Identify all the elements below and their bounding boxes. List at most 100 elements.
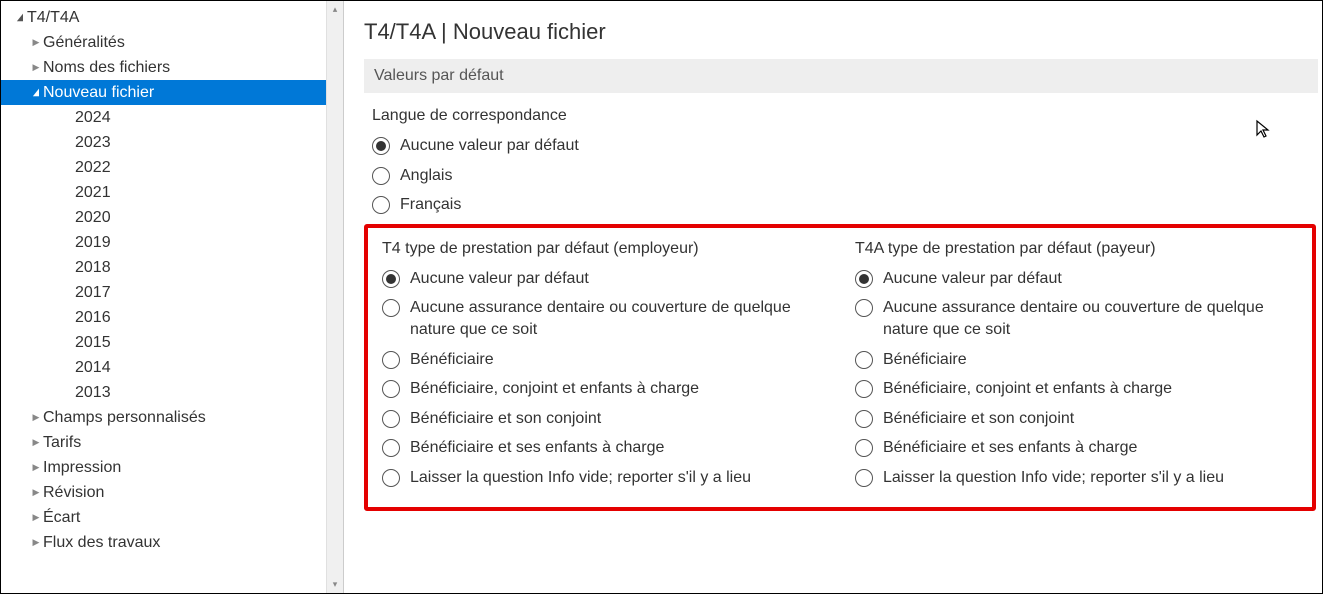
radio-label: Bénéficiaire et son conjoint bbox=[410, 408, 601, 430]
tree-item-label: 2024 bbox=[75, 109, 111, 127]
lang-option[interactable]: Français bbox=[372, 194, 1322, 216]
tree-item[interactable]: ▶2020 bbox=[1, 205, 343, 230]
tree-item[interactable]: ▶2013 bbox=[1, 380, 343, 405]
t4a-option[interactable]: Aucune assurance dentaire ou couverture … bbox=[855, 297, 1298, 340]
tree-item[interactable]: ▶2018 bbox=[1, 255, 343, 280]
tree-item[interactable]: ▶Écart bbox=[1, 505, 343, 530]
tree-item-label: 2021 bbox=[75, 184, 111, 202]
radio-button[interactable] bbox=[855, 380, 873, 398]
tree-item-label: 2019 bbox=[75, 234, 111, 252]
caret-right-icon[interactable]: ▶ bbox=[31, 412, 41, 423]
t4a-option[interactable]: Bénéficiaire et son conjoint bbox=[855, 408, 1298, 430]
t4-option[interactable]: Laisser la question Info vide; reporter … bbox=[382, 467, 825, 489]
t4a-group-label: T4A type de prestation par défaut (payeu… bbox=[855, 240, 1298, 258]
tree: ◢T4/T4A▶Généralités▶Noms des fichiers◢No… bbox=[1, 1, 343, 559]
sidebar: ◢T4/T4A▶Généralités▶Noms des fichiers◢No… bbox=[1, 1, 344, 593]
tree-item[interactable]: ▶Flux des travaux bbox=[1, 530, 343, 555]
caret-right-icon[interactable]: ▶ bbox=[31, 437, 41, 448]
tree-item-label: Champs personnalisés bbox=[43, 409, 206, 427]
tree-item-label: 2013 bbox=[75, 384, 111, 402]
t4-option[interactable]: Bénéficiaire bbox=[382, 349, 825, 371]
radio-label: Aucune assurance dentaire ou couverture … bbox=[883, 297, 1283, 340]
tree-item-label: 2016 bbox=[75, 309, 111, 327]
tree-item[interactable]: ▶2016 bbox=[1, 305, 343, 330]
radio-button[interactable] bbox=[382, 439, 400, 457]
tree-item[interactable]: ▶Impression bbox=[1, 455, 343, 480]
tree-item[interactable]: ▶2017 bbox=[1, 280, 343, 305]
tree-item-label: Écart bbox=[43, 509, 80, 527]
radio-button[interactable] bbox=[855, 351, 873, 369]
radio-button[interactable] bbox=[855, 299, 873, 317]
tree-item-label: Généralités bbox=[43, 34, 125, 52]
radio-button[interactable] bbox=[382, 299, 400, 317]
radio-label: Bénéficiaire et son conjoint bbox=[883, 408, 1074, 430]
tree-item[interactable]: ▶2015 bbox=[1, 330, 343, 355]
caret-right-icon[interactable]: ▶ bbox=[31, 62, 41, 73]
radio-label: Français bbox=[400, 194, 461, 216]
tree-item[interactable]: ▶2022 bbox=[1, 155, 343, 180]
t4a-column: T4A type de prestation par défaut (payeu… bbox=[855, 240, 1298, 497]
tree-item[interactable]: ▶Généralités bbox=[1, 30, 343, 55]
lang-group: Langue de correspondance Aucune valeur p… bbox=[372, 107, 1322, 216]
t4a-option[interactable]: Bénéficiaire et ses enfants à charge bbox=[855, 437, 1298, 459]
page-title: T4/T4A | Nouveau fichier bbox=[364, 19, 1322, 45]
radio-label: Bénéficiaire bbox=[883, 349, 967, 371]
tree-item[interactable]: ▶2023 bbox=[1, 130, 343, 155]
tree-item[interactable]: ▶Noms des fichiers bbox=[1, 55, 343, 80]
radio-button[interactable] bbox=[855, 410, 873, 428]
radio-button[interactable] bbox=[372, 137, 390, 155]
caret-down-icon[interactable]: ◢ bbox=[32, 87, 40, 98]
t4-option[interactable]: Bénéficiaire et ses enfants à charge bbox=[382, 437, 825, 459]
tree-item[interactable]: ▶Tarifs bbox=[1, 430, 343, 455]
radio-button[interactable] bbox=[372, 167, 390, 185]
t4a-option[interactable]: Aucune valeur par défaut bbox=[855, 268, 1298, 290]
caret-right-icon[interactable]: ▶ bbox=[31, 487, 41, 498]
tree-item-label: 2022 bbox=[75, 159, 111, 177]
lang-option[interactable]: Anglais bbox=[372, 165, 1322, 187]
radio-button[interactable] bbox=[382, 469, 400, 487]
caret-right-icon[interactable]: ▶ bbox=[31, 512, 41, 523]
tree-item[interactable]: ▶Révision bbox=[1, 480, 343, 505]
t4a-option[interactable]: Bénéficiaire, conjoint et enfants à char… bbox=[855, 378, 1298, 400]
radio-label: Aucune valeur par défaut bbox=[410, 268, 589, 290]
t4-column: T4 type de prestation par défaut (employ… bbox=[382, 240, 825, 497]
tree-item[interactable]: ▶2021 bbox=[1, 180, 343, 205]
scroll-down-button[interactable]: ▾ bbox=[327, 576, 343, 593]
tree-item[interactable]: ◢T4/T4A bbox=[1, 5, 343, 30]
tree-item[interactable]: ◢Nouveau fichier bbox=[1, 80, 343, 105]
tree-item[interactable]: ▶Champs personnalisés bbox=[1, 405, 343, 430]
radio-button[interactable] bbox=[855, 439, 873, 457]
radio-label: Aucune valeur par défaut bbox=[400, 135, 579, 157]
t4-option[interactable]: Bénéficiaire, conjoint et enfants à char… bbox=[382, 378, 825, 400]
lang-option[interactable]: Aucune valeur par défaut bbox=[372, 135, 1322, 157]
tree-item[interactable]: ▶2014 bbox=[1, 355, 343, 380]
scroll-up-button[interactable]: ▴ bbox=[327, 1, 343, 18]
tree-item-label: 2023 bbox=[75, 134, 111, 152]
tree-item-label: Noms des fichiers bbox=[43, 59, 170, 77]
tree-item-label: 2020 bbox=[75, 209, 111, 227]
radio-button[interactable] bbox=[855, 270, 873, 288]
t4a-option[interactable]: Laisser la question Info vide; reporter … bbox=[855, 467, 1298, 489]
radio-button[interactable] bbox=[382, 351, 400, 369]
radio-label: Laisser la question Info vide; reporter … bbox=[410, 467, 751, 489]
caret-right-icon[interactable]: ▶ bbox=[31, 462, 41, 473]
tree-item-label: T4/T4A bbox=[27, 9, 79, 27]
radio-button[interactable] bbox=[382, 380, 400, 398]
caret-right-icon[interactable]: ▶ bbox=[31, 37, 41, 48]
tree-item[interactable]: ▶2024 bbox=[1, 105, 343, 130]
radio-button[interactable] bbox=[382, 270, 400, 288]
tree-item-label: Flux des travaux bbox=[43, 534, 160, 552]
caret-right-icon[interactable]: ▶ bbox=[31, 537, 41, 548]
t4-option[interactable]: Aucune assurance dentaire ou couverture … bbox=[382, 297, 825, 340]
radio-button[interactable] bbox=[372, 196, 390, 214]
tree-item[interactable]: ▶2019 bbox=[1, 230, 343, 255]
t4-option[interactable]: Aucune valeur par défaut bbox=[382, 268, 825, 290]
radio-button[interactable] bbox=[382, 410, 400, 428]
section-header: Valeurs par défaut bbox=[364, 59, 1318, 93]
t4-option[interactable]: Bénéficiaire et son conjoint bbox=[382, 408, 825, 430]
caret-down-icon[interactable]: ◢ bbox=[16, 12, 24, 23]
t4a-option[interactable]: Bénéficiaire bbox=[855, 349, 1298, 371]
scrollbar[interactable]: ▴ ▾ bbox=[326, 1, 343, 593]
radio-button[interactable] bbox=[855, 469, 873, 487]
radio-label: Anglais bbox=[400, 165, 452, 187]
